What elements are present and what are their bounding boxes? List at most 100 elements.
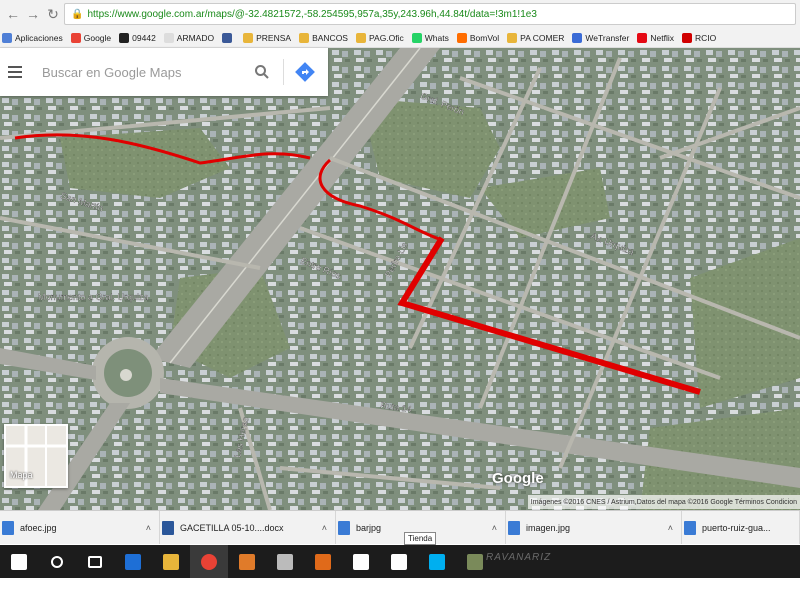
taskbar-search-icon[interactable] bbox=[38, 545, 76, 578]
download-filename: GACETILLA 05-10....docx bbox=[180, 522, 284, 533]
taskbar-app-blue-icon[interactable] bbox=[114, 545, 152, 578]
satellite-map[interactable]: Monumento a Gral. Urquiza Pedro Lis Entr… bbox=[0, 48, 800, 510]
bookmark-item[interactable]: ARMADO bbox=[163, 32, 215, 43]
omnibox[interactable]: 🔒 https://www.google.com.ar/maps/@-32.48… bbox=[64, 3, 796, 25]
bookmarks-bar: Aplicaciones Google 09442 ARMADO PRENSA BANCO… bbox=[0, 28, 800, 48]
app-glyph bbox=[163, 553, 179, 570]
bookmark-label: RCIO bbox=[694, 32, 717, 43]
chevron-up-icon[interactable]: ˄ bbox=[146, 523, 151, 533]
bookmark-item[interactable] bbox=[222, 32, 235, 43]
taskbar-file-explorer-icon[interactable] bbox=[152, 545, 190, 578]
file-icon bbox=[2, 520, 14, 535]
bookmark-label: ARMADO bbox=[176, 32, 215, 43]
bookmark-icon bbox=[163, 32, 174, 43]
bookmark-item[interactable]: 09442 bbox=[119, 32, 156, 43]
file-icon bbox=[508, 520, 520, 535]
directions-icon[interactable] bbox=[290, 57, 320, 87]
bookmark-item[interactable]: Google bbox=[70, 32, 112, 43]
back-icon[interactable]: ← bbox=[4, 5, 22, 23]
bookmark-icon bbox=[243, 32, 254, 43]
taskbar-app-grey-icon[interactable] bbox=[266, 545, 304, 578]
bookmark-icon bbox=[222, 32, 233, 43]
download-item[interactable]: puerto-ruiz-gua... bbox=[682, 511, 800, 544]
divider bbox=[283, 59, 284, 85]
taskbar-chrome-icon[interactable] bbox=[190, 545, 228, 578]
bottom-margin bbox=[0, 578, 800, 600]
map-attribution: Imágenes ©2016 CNES / Astrium,Datos del … bbox=[527, 495, 800, 509]
download-item[interactable]: imagen.jpg ˄ bbox=[506, 511, 682, 544]
bookmark-icon bbox=[681, 32, 692, 43]
app-glyph bbox=[239, 553, 255, 570]
google-logo: Google bbox=[492, 470, 544, 487]
download-filename: puerto-ruiz-gua... bbox=[702, 522, 771, 533]
bookmark-label: Whats bbox=[424, 32, 449, 43]
street-label: Monumento a Gral. Urquiza bbox=[38, 292, 149, 302]
reload-icon[interactable]: ↻ bbox=[44, 5, 62, 23]
bookmark-item[interactable]: PA COMER bbox=[507, 32, 565, 43]
map-imagery: Monumento a Gral. Urquiza Pedro Lis Entr… bbox=[0, 48, 800, 510]
bookmark-label: PRENSA bbox=[256, 32, 292, 43]
screen: ← → ↻ 🔒 https://www.google.com.ar/maps/@… bbox=[0, 0, 800, 600]
bookmark-item[interactable]: RCIO bbox=[681, 32, 717, 43]
file-icon bbox=[338, 520, 350, 535]
bookmark-icon bbox=[572, 32, 583, 43]
app-glyph bbox=[201, 553, 217, 570]
downloads-bar: afoec.jpg ˄ GACETILLA 05-10....docx ˄ barjpg… bbox=[0, 510, 800, 544]
app-glyph bbox=[429, 553, 445, 570]
download-filename: barjpg bbox=[356, 522, 382, 533]
bookmark-label: Netflix bbox=[650, 32, 674, 43]
lock-icon: 🔒 bbox=[71, 8, 84, 20]
forward-icon[interactable]: → bbox=[24, 5, 42, 23]
download-item[interactable]: afoec.jpg ˄ bbox=[0, 511, 160, 544]
app-glyph bbox=[353, 553, 369, 570]
app-glyph bbox=[277, 553, 293, 570]
bookmark-item[interactable]: BomVol bbox=[456, 32, 499, 43]
search-icon[interactable] bbox=[247, 57, 277, 87]
taskbar-camera-icon[interactable] bbox=[342, 545, 380, 578]
download-item[interactable]: GACETILLA 05-10....docx ˄ bbox=[160, 511, 336, 544]
taskbar bbox=[0, 545, 800, 578]
url-text: https://www.google.com.ar/maps/@-32.4821… bbox=[87, 8, 537, 20]
tooltip: Tienda bbox=[404, 532, 437, 545]
bookmark-icon bbox=[355, 32, 366, 43]
bookmark-label: BANCOS bbox=[312, 32, 348, 43]
bookmark-label: PA COMER bbox=[520, 32, 565, 43]
bookmark-item[interactable]: WeTransfer bbox=[572, 32, 630, 43]
taskbar-task-view-icon[interactable] bbox=[76, 545, 114, 578]
app-glyph bbox=[51, 555, 63, 568]
bookmark-item[interactable]: Whats bbox=[411, 32, 449, 43]
bookmark-item[interactable]: BANCOS bbox=[299, 32, 348, 43]
layer-label: Mapa bbox=[10, 470, 33, 480]
taskbar-windows-start-icon[interactable] bbox=[0, 545, 38, 578]
bookmark-icon bbox=[637, 32, 648, 43]
bookmark-label: WeTransfer bbox=[585, 32, 630, 43]
bookmark-label: PAG.Ofic bbox=[368, 32, 404, 43]
bookmark-icon bbox=[2, 32, 12, 43]
bookmark-item[interactable]: PAG.Ofic bbox=[355, 32, 404, 43]
watermark: RAVANARIZ bbox=[486, 552, 552, 563]
file-icon bbox=[162, 520, 174, 535]
map-layer-toggle[interactable]: Mapa bbox=[4, 424, 68, 488]
search-input[interactable] bbox=[30, 64, 247, 80]
bookmark-icon bbox=[299, 32, 310, 43]
taskbar-skype-icon[interactable] bbox=[418, 545, 456, 578]
chevron-up-icon[interactable]: ˄ bbox=[668, 523, 673, 533]
maps-search-box bbox=[0, 48, 328, 96]
bookmark-icon bbox=[70, 32, 81, 43]
menu-icon[interactable] bbox=[0, 66, 30, 78]
taskbar-store-icon[interactable] bbox=[380, 545, 418, 578]
bookmark-item[interactable]: Aplicaciones bbox=[2, 32, 63, 43]
chevron-up-icon[interactable]: ˄ bbox=[492, 523, 497, 533]
bookmark-item[interactable]: PRENSA bbox=[243, 32, 292, 43]
bookmark-item[interactable]: Netflix bbox=[637, 32, 674, 43]
taskbar-paint-icon[interactable] bbox=[228, 545, 266, 578]
bookmark-icon bbox=[456, 32, 467, 43]
taskbar-app-orange-icon[interactable] bbox=[304, 545, 342, 578]
bookmark-label: 09442 bbox=[132, 32, 156, 43]
bookmark-icon bbox=[411, 32, 422, 43]
bookmark-label: Google bbox=[83, 32, 112, 43]
chevron-up-icon[interactable]: ˄ bbox=[322, 523, 327, 533]
download-filename: imagen.jpg bbox=[526, 522, 571, 533]
download-filename: afoec.jpg bbox=[20, 522, 57, 533]
address-bar-row: ← → ↻ 🔒 https://www.google.com.ar/maps/@… bbox=[0, 0, 800, 28]
